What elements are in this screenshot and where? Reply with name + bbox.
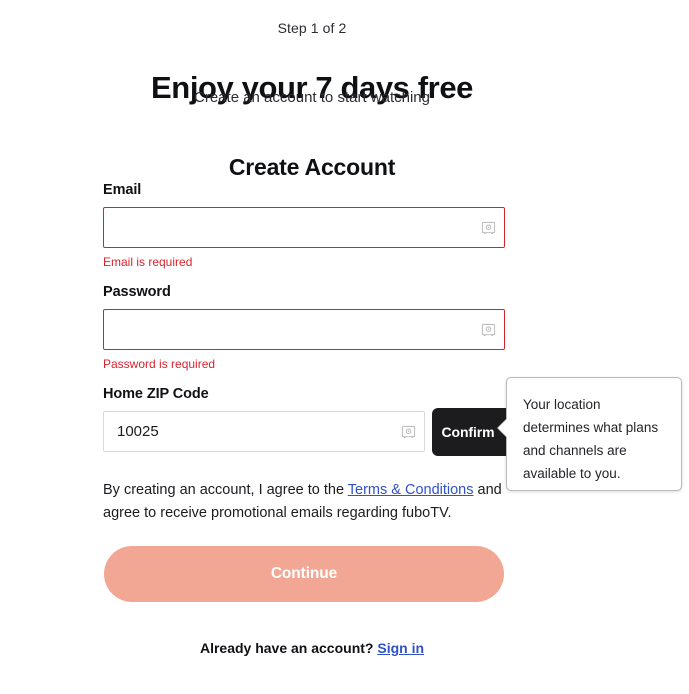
zip-input-wrap bbox=[103, 411, 425, 452]
tooltip-arrow-icon bbox=[498, 419, 507, 437]
signin-prompt: Already have an account? Sign in bbox=[0, 638, 624, 658]
password-input-wrap bbox=[103, 309, 505, 350]
location-tooltip: Your location determines what plans and … bbox=[497, 377, 682, 491]
signin-prompt-text: Already have an account? bbox=[199, 640, 378, 656]
zip-field[interactable] bbox=[103, 411, 425, 452]
zip-label: Home ZIP Code bbox=[103, 386, 209, 402]
password-field[interactable] bbox=[103, 309, 505, 350]
email-label: Email bbox=[103, 182, 142, 198]
password-label: Password bbox=[103, 284, 171, 300]
email-field[interactable] bbox=[103, 207, 505, 248]
password-vault-icon[interactable] bbox=[401, 424, 416, 439]
password-error-message: Password is required bbox=[103, 357, 216, 371]
sign-in-link[interactable]: Sign in bbox=[377, 640, 424, 656]
step-indicator: Step 1 of 2 bbox=[277, 20, 347, 36]
page-subtitle: Create an account to start watching bbox=[194, 89, 430, 106]
terms-and-conditions-link[interactable]: Terms & Conditions bbox=[348, 482, 474, 498]
terms-agreement-text: By creating an account, I agree to the T… bbox=[103, 479, 503, 525]
continue-button[interactable]: Continue bbox=[104, 546, 504, 602]
field-zip: Home ZIP Code bbox=[103, 385, 425, 452]
terms-prefix: By creating an account, I agree to the bbox=[103, 482, 348, 498]
create-account-heading: Create Account bbox=[228, 154, 396, 181]
field-email: Email Email is required bbox=[103, 181, 505, 270]
location-tooltip-text: Your location determines what plans and … bbox=[523, 397, 659, 481]
email-error-message: Email is required bbox=[103, 255, 193, 269]
signup-page: Step 1 of 2 Enjoy your 7 days free Creat… bbox=[0, 0, 689, 694]
password-vault-icon[interactable] bbox=[481, 220, 496, 235]
email-input-wrap bbox=[103, 207, 505, 248]
password-vault-icon[interactable] bbox=[481, 322, 496, 337]
field-password: Password Password is required bbox=[103, 283, 505, 372]
